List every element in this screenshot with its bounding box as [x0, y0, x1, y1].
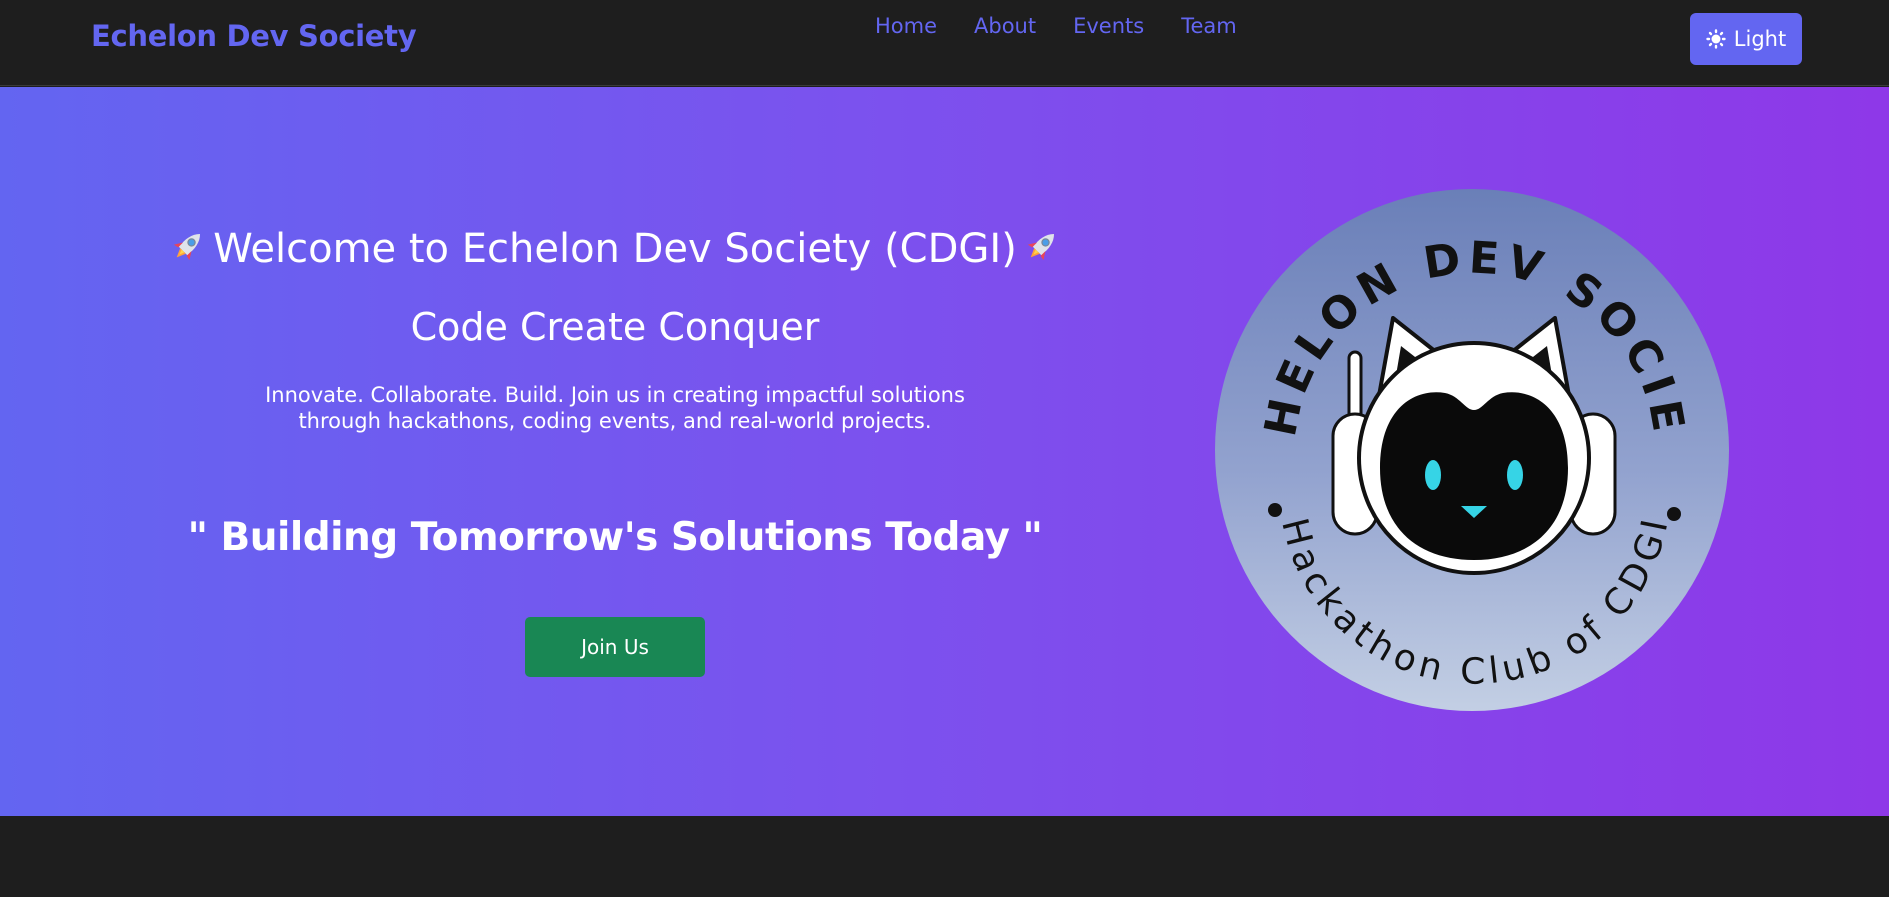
- footer-strip: [0, 816, 1889, 897]
- hero-tagline: Code Create Conquer: [410, 305, 820, 349]
- nav-link-events[interactable]: Events: [1073, 14, 1144, 38]
- theme-toggle-button[interactable]: Light: [1690, 13, 1802, 65]
- club-logo: ECHELON DEV SOCIETY Hackathon Club of CD…: [1195, 148, 1730, 711]
- brand-logo-link[interactable]: Echelon Dev Society: [91, 19, 417, 53]
- theme-toggle-label: Light: [1733, 27, 1787, 51]
- nav-link-about[interactable]: About: [974, 14, 1036, 38]
- sun-icon: [1706, 29, 1726, 49]
- rocket-icon: [1021, 225, 1063, 277]
- nav-link-home[interactable]: Home: [875, 14, 937, 38]
- hero-quote: " Building Tomorrow's Solutions Today ": [187, 515, 1043, 560]
- hero-content: Welcome to Echelon Dev Society (CDGI) Co…: [0, 87, 1230, 816]
- nav-link-team[interactable]: Team: [1181, 14, 1237, 38]
- navbar: Echelon Dev Society Home About Events Te…: [0, 0, 1889, 86]
- hero-section: Welcome to Echelon Dev Society (CDGI) Co…: [0, 87, 1889, 816]
- nav-links: Home About Events Team: [875, 14, 1274, 38]
- hero-description: Innovate. Collaborate. Build. Join us in…: [265, 383, 965, 433]
- hero-title: Welcome to Echelon Dev Society (CDGI): [160, 225, 1070, 277]
- club-logo-badge: ECHELON DEV SOCIETY Hackathon Club of CD…: [1195, 148, 1729, 711]
- hero-title-text: Welcome to Echelon Dev Society (CDGI): [213, 226, 1017, 272]
- join-us-button[interactable]: Join Us: [525, 617, 705, 677]
- rocket-icon: [167, 225, 209, 277]
